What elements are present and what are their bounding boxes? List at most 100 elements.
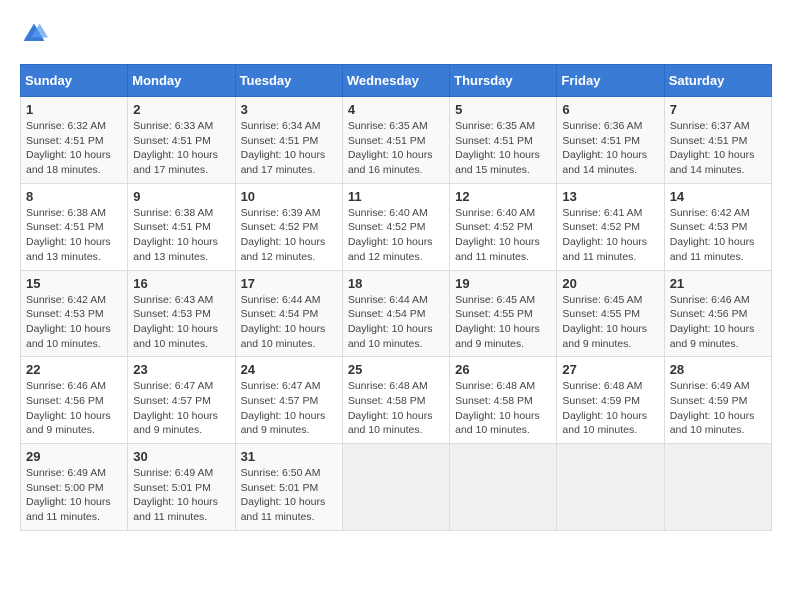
day-content: Sunrise: 6:45 AMSunset: 4:55 PMDaylight:… [562,293,658,352]
calendar-cell: 4Sunrise: 6:35 AMSunset: 4:51 PMDaylight… [342,97,449,184]
day-content: Sunrise: 6:48 AMSunset: 4:59 PMDaylight:… [562,379,658,438]
day-content: Sunrise: 6:42 AMSunset: 4:53 PMDaylight:… [670,206,766,265]
day-content: Sunrise: 6:48 AMSunset: 4:58 PMDaylight:… [348,379,444,438]
day-content: Sunrise: 6:34 AMSunset: 4:51 PMDaylight:… [241,119,337,178]
day-number: 6 [562,102,658,117]
calendar-cell: 1Sunrise: 6:32 AMSunset: 4:51 PMDaylight… [21,97,128,184]
calendar-cell: 15 Sunrise: 6:42 AMSunset: 4:53 PMDayligh… [21,270,128,357]
day-content: Sunrise: 6:48 AMSunset: 4:58 PMDaylight:… [455,379,551,438]
calendar-cell: 2 Sunrise: 6:33 AMSunset: 4:51 PMDaylight… [128,97,235,184]
day-content: Sunrise: 6:49 AMSunset: 5:01 PMDaylight:… [133,466,229,525]
calendar-cell: 14Sunrise: 6:42 AMSunset: 4:53 PMDayligh… [664,183,771,270]
day-content: Sunrise: 6:40 AMSunset: 4:52 PMDaylight:… [455,206,551,265]
day-number: 8 [26,189,122,204]
day-number: 3 [241,102,337,117]
day-content: Sunrise: 6:47 AMSunset: 4:57 PMDaylight:… [133,379,229,438]
calendar-cell: 6 Sunrise: 6:36 AMSunset: 4:51 PMDaylight… [557,97,664,184]
calendar-week-row: 1Sunrise: 6:32 AMSunset: 4:51 PMDaylight… [21,97,772,184]
calendar-header-row: SundayMondayTuesdayWednesdayThursdayFrid… [21,65,772,97]
calendar-week-row: 15 Sunrise: 6:42 AMSunset: 4:53 PMDayligh… [21,270,772,357]
calendar-cell: 9 Sunrise: 6:38 AMSunset: 4:51 PMDaylight… [128,183,235,270]
day-number: 15 [26,276,122,291]
calendar-cell: 27 Sunrise: 6:48 AMSunset: 4:59 PMDayligh… [557,357,664,444]
day-number: 18 [348,276,444,291]
calendar-week-row: 29Sunrise: 6:49 AMSunset: 5:00 PMDayligh… [21,444,772,531]
day-number: 20 [562,276,658,291]
calendar-header-thursday: Thursday [450,65,557,97]
calendar-header-monday: Monday [128,65,235,97]
day-content: Sunrise: 6:49 AMSunset: 4:59 PMDaylight:… [670,379,766,438]
day-number: 25 [348,362,444,377]
logo-icon [20,20,48,48]
calendar-cell: 7 Sunrise: 6:37 AMSunset: 4:51 PMDaylight… [664,97,771,184]
calendar-cell [450,444,557,531]
day-number: 9 [133,189,229,204]
calendar-header-sunday: Sunday [21,65,128,97]
day-number: 27 [562,362,658,377]
day-number: 16 [133,276,229,291]
day-number: 24 [241,362,337,377]
day-number: 12 [455,189,551,204]
calendar-cell: 19 Sunrise: 6:45 AMSunset: 4:55 PMDayligh… [450,270,557,357]
day-content: Sunrise: 6:45 AMSunset: 4:55 PMDaylight:… [455,293,551,352]
calendar-cell: 26 Sunrise: 6:48 AMSunset: 4:58 PMDayligh… [450,357,557,444]
calendar-cell: 11 Sunrise: 6:40 AMSunset: 4:52 PMDayligh… [342,183,449,270]
day-content: Sunrise: 6:39 AMSunset: 4:52 PMDaylight:… [241,206,337,265]
calendar-cell: 22Sunrise: 6:46 AMSunset: 4:56 PMDayligh… [21,357,128,444]
calendar-cell: 8 Sunrise: 6:38 AMSunset: 4:51 PMDaylight… [21,183,128,270]
calendar-table: SundayMondayTuesdayWednesdayThursdayFrid… [20,64,772,531]
calendar-header-friday: Friday [557,65,664,97]
calendar-header-tuesday: Tuesday [235,65,342,97]
day-number: 19 [455,276,551,291]
calendar-cell: 23 Sunrise: 6:47 AMSunset: 4:57 PMDayligh… [128,357,235,444]
day-number: 13 [562,189,658,204]
calendar-cell [342,444,449,531]
day-number: 28 [670,362,766,377]
day-content: Sunrise: 6:44 AMSunset: 4:54 PMDaylight:… [348,293,444,352]
calendar-cell: 12 Sunrise: 6:40 AMSunset: 4:52 PMDayligh… [450,183,557,270]
calendar-cell: 31 Sunrise: 6:50 AMSunset: 5:01 PMDayligh… [235,444,342,531]
day-content: Sunrise: 6:36 AMSunset: 4:51 PMDaylight:… [562,119,658,178]
day-content: Sunrise: 6:33 AMSunset: 4:51 PMDaylight:… [133,119,229,178]
day-content: Sunrise: 6:44 AMSunset: 4:54 PMDaylight:… [241,293,337,352]
day-number: 11 [348,189,444,204]
calendar-cell: 28 Sunrise: 6:49 AMSunset: 4:59 PMDayligh… [664,357,771,444]
calendar-cell: 25 Sunrise: 6:48 AMSunset: 4:58 PMDayligh… [342,357,449,444]
day-content: Sunrise: 6:43 AMSunset: 4:53 PMDaylight:… [133,293,229,352]
day-content: Sunrise: 6:37 AMSunset: 4:51 PMDaylight:… [670,119,766,178]
day-number: 21 [670,276,766,291]
calendar-cell: 13 Sunrise: 6:41 AMSunset: 4:52 PMDayligh… [557,183,664,270]
day-content: Sunrise: 6:50 AMSunset: 5:01 PMDaylight:… [241,466,337,525]
calendar-cell: 24 Sunrise: 6:47 AMSunset: 4:57 PMDayligh… [235,357,342,444]
day-number: 23 [133,362,229,377]
day-number: 26 [455,362,551,377]
calendar-cell: 5Sunrise: 6:35 AMSunset: 4:51 PMDaylight… [450,97,557,184]
calendar-cell: 17Sunrise: 6:44 AMSunset: 4:54 PMDayligh… [235,270,342,357]
calendar-cell: 18 Sunrise: 6:44 AMSunset: 4:54 PMDayligh… [342,270,449,357]
day-number: 1 [26,102,122,117]
day-number: 30 [133,449,229,464]
calendar-cell [557,444,664,531]
day-number: 31 [241,449,337,464]
day-content: Sunrise: 6:46 AMSunset: 4:56 PMDaylight:… [26,379,122,438]
calendar-cell: 20 Sunrise: 6:45 AMSunset: 4:55 PMDayligh… [557,270,664,357]
day-content: Sunrise: 6:40 AMSunset: 4:52 PMDaylight:… [348,206,444,265]
logo [20,20,52,48]
day-content: Sunrise: 6:41 AMSunset: 4:52 PMDaylight:… [562,206,658,265]
day-number: 4 [348,102,444,117]
day-content: Sunrise: 6:38 AMSunset: 4:51 PMDaylight:… [133,206,229,265]
day-content: Sunrise: 6:38 AMSunset: 4:51 PMDaylight:… [26,206,122,265]
day-content: Sunrise: 6:42 AMSunset: 4:53 PMDaylight:… [26,293,122,352]
day-number: 10 [241,189,337,204]
day-number: 29 [26,449,122,464]
day-number: 7 [670,102,766,117]
calendar-cell: 16 Sunrise: 6:43 AMSunset: 4:53 PMDayligh… [128,270,235,357]
calendar-week-row: 8 Sunrise: 6:38 AMSunset: 4:51 PMDaylight… [21,183,772,270]
day-number: 2 [133,102,229,117]
calendar-cell: 21Sunrise: 6:46 AMSunset: 4:56 PMDayligh… [664,270,771,357]
day-content: Sunrise: 6:35 AMSunset: 4:51 PMDaylight:… [455,119,551,178]
day-content: Sunrise: 6:47 AMSunset: 4:57 PMDaylight:… [241,379,337,438]
calendar-header-saturday: Saturday [664,65,771,97]
calendar-cell: 29Sunrise: 6:49 AMSunset: 5:00 PMDayligh… [21,444,128,531]
calendar-week-row: 22Sunrise: 6:46 AMSunset: 4:56 PMDayligh… [21,357,772,444]
